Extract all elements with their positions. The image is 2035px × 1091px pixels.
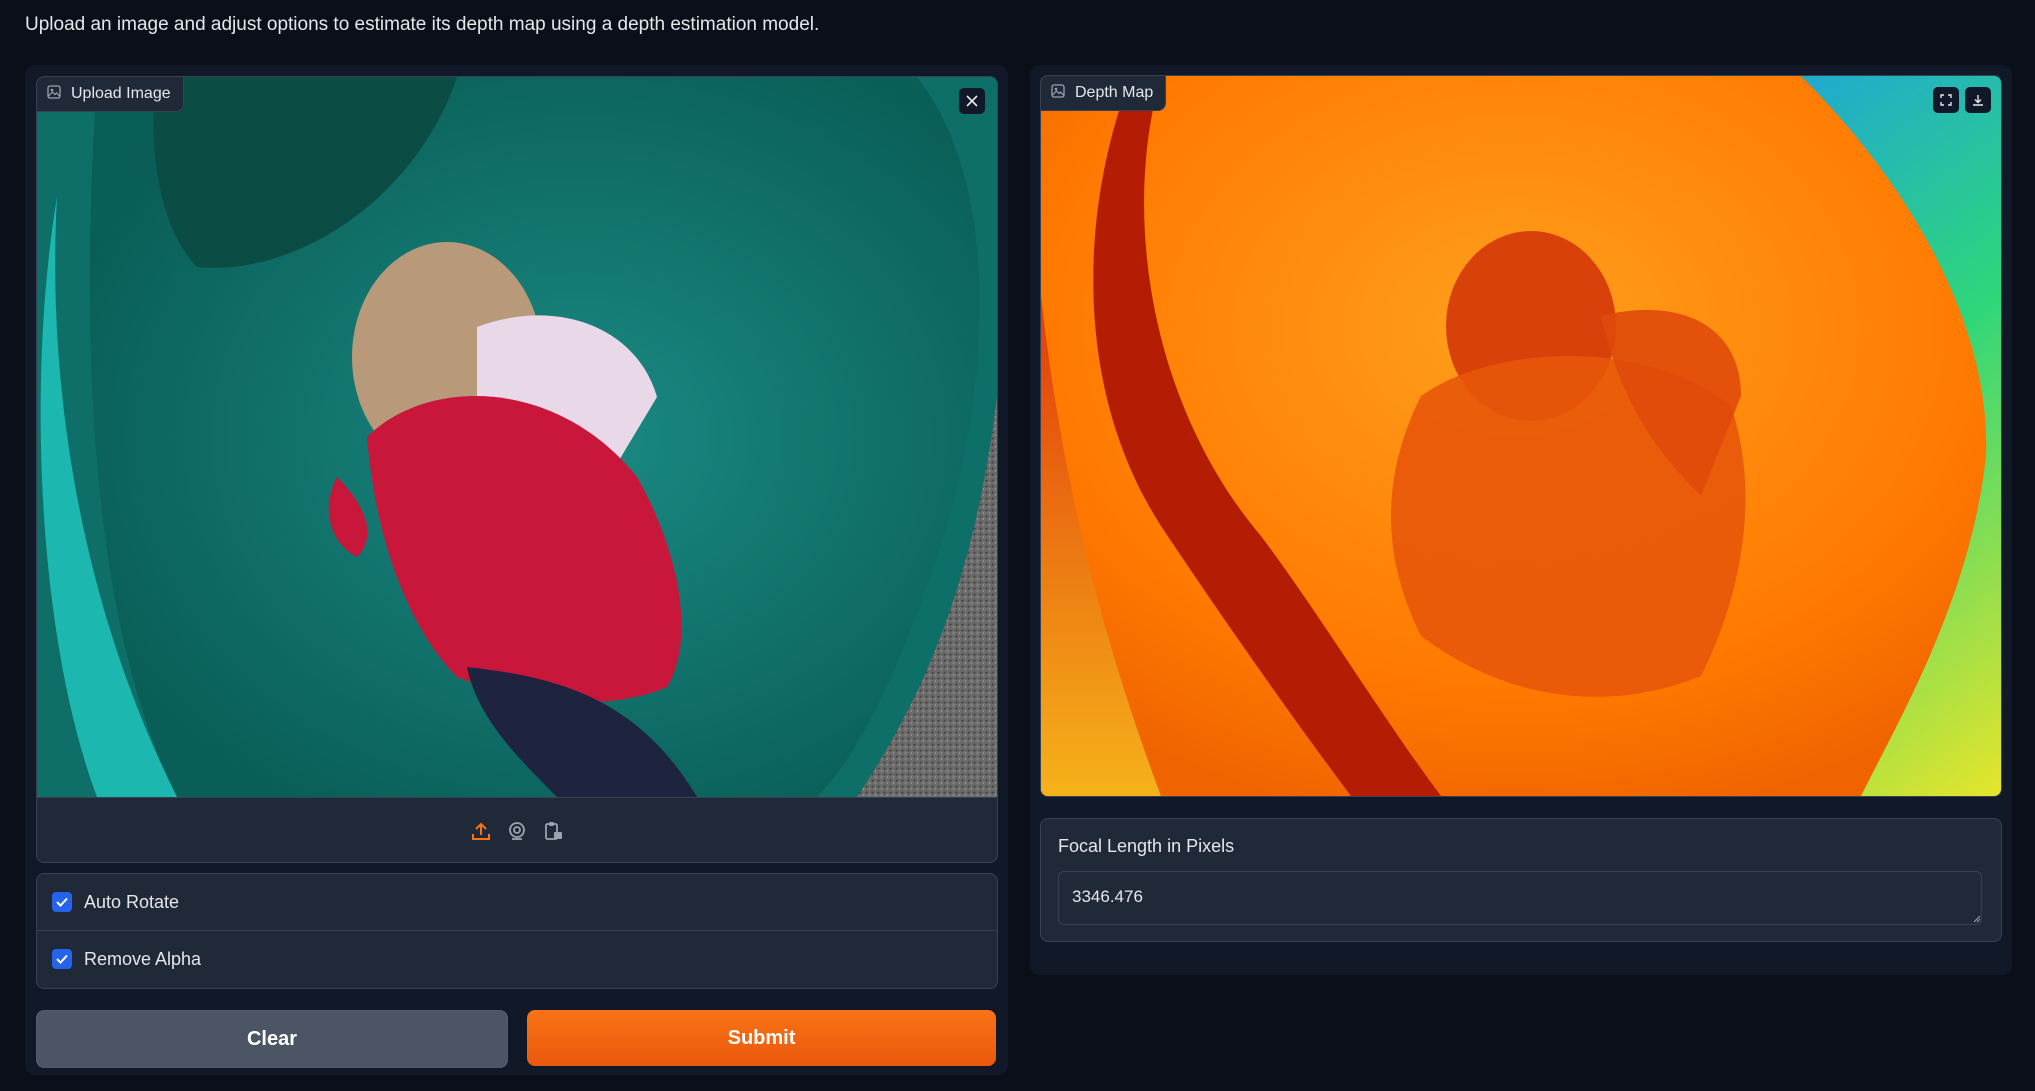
auto-rotate-option[interactable]: Auto Rotate	[37, 874, 997, 930]
options-group: Auto Rotate Remove Alpha	[36, 873, 998, 989]
auto-rotate-checkbox[interactable]	[52, 892, 72, 912]
image-icon	[47, 84, 61, 104]
output-column: Depth Map Focal Length in Pixels 3346.47…	[1030, 65, 2012, 975]
depth-map-image	[1041, 76, 2001, 796]
fullscreen-icon[interactable]	[1933, 87, 1959, 113]
download-icon[interactable]	[1965, 87, 1991, 113]
depth-map-label-text: Depth Map	[1075, 84, 1154, 101]
depth-map-label: Depth Map	[1041, 76, 1167, 111]
uploaded-photo	[37, 77, 997, 797]
resize-grip-icon[interactable]	[1971, 913, 1981, 923]
depth-map-component: Depth Map	[1040, 75, 2002, 797]
image-icon	[1051, 83, 1065, 103]
clipboard-icon[interactable]	[541, 819, 565, 843]
remove-alpha-checkbox[interactable]	[52, 949, 72, 969]
focal-length-field[interactable]: 3346.476	[1058, 871, 1982, 925]
auto-rotate-label: Auto Rotate	[84, 891, 180, 912]
input-column: Upload Image Auto Rotate Remove Alpha Cl…	[25, 65, 1008, 1075]
upload-icon[interactable]	[469, 819, 493, 843]
submit-button[interactable]: Submit	[527, 1010, 996, 1066]
upload-image-label-text: Upload Image	[71, 85, 171, 102]
upload-image-label: Upload Image	[37, 77, 184, 112]
close-icon[interactable]	[959, 88, 985, 114]
remove-alpha-label: Remove Alpha	[84, 948, 202, 969]
remove-alpha-option[interactable]: Remove Alpha	[37, 930, 997, 987]
webcam-icon[interactable]	[505, 819, 529, 843]
focal-length-block: Focal Length in Pixels 3346.476	[1040, 818, 2002, 942]
clear-button[interactable]: Clear	[36, 1010, 508, 1068]
source-toolbar	[37, 797, 997, 862]
upload-image-component[interactable]: Upload Image	[36, 76, 998, 863]
focal-length-label: Focal Length in Pixels	[1058, 836, 1235, 856]
page-description: Upload an image and adjust options to es…	[25, 14, 820, 35]
